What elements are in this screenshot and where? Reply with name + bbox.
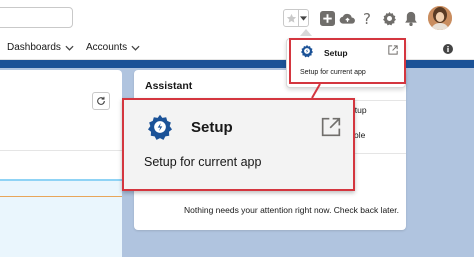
- star-icon[interactable]: [284, 10, 298, 26]
- setup-callout-description: Setup for current app: [144, 155, 262, 169]
- assistant-item-text: ole: [354, 130, 366, 140]
- empty-state-message: Nothing needs your attention right now. …: [184, 205, 399, 215]
- avatar[interactable]: [428, 6, 452, 30]
- setup-callout-label: Setup: [191, 119, 233, 136]
- chart-line-blue: [0, 179, 122, 181]
- nav-item-dashboards[interactable]: Dashboards: [7, 42, 74, 53]
- cloud-icon[interactable]: [338, 9, 356, 27]
- bell-icon[interactable]: [402, 9, 420, 27]
- refresh-icon: [97, 96, 105, 105]
- chevron-down-icon[interactable]: [65, 45, 74, 51]
- gear-icon: [300, 44, 314, 58]
- info-icon[interactable]: [443, 44, 453, 54]
- favorites-button-group: [283, 9, 309, 27]
- refresh-button[interactable]: [92, 92, 110, 110]
- global-header: ?: [0, 0, 474, 36]
- nav-item-label: Dashboards: [7, 42, 61, 53]
- nav-item-label: Accounts: [86, 42, 128, 53]
- question-icon[interactable]: ?: [359, 9, 377, 27]
- setup-menu-item-label: Setup: [324, 48, 348, 58]
- setup-zoom-callout: Setup Setup for current app: [122, 98, 355, 191]
- chevron-down-icon[interactable]: [298, 10, 308, 26]
- search-input[interactable]: [0, 7, 73, 28]
- menu-caret: [300, 29, 312, 36]
- gear-icon[interactable]: [380, 9, 398, 27]
- gear-icon: [147, 114, 173, 140]
- nav-item-accounts[interactable]: Accounts: [86, 42, 140, 53]
- chart-line-orange: [0, 196, 122, 197]
- external-link-icon[interactable]: [388, 45, 398, 55]
- card-divider: [0, 150, 122, 151]
- assistant-title: Assistant: [145, 80, 193, 92]
- svg-text:?: ?: [363, 10, 371, 26]
- plus-icon[interactable]: [318, 9, 336, 27]
- chart-area: [0, 181, 122, 257]
- chevron-down-icon[interactable]: [131, 45, 140, 51]
- report-card: [0, 70, 122, 257]
- external-link-icon: [321, 117, 341, 137]
- setup-menu-item-description: Setup for current app: [300, 69, 366, 76]
